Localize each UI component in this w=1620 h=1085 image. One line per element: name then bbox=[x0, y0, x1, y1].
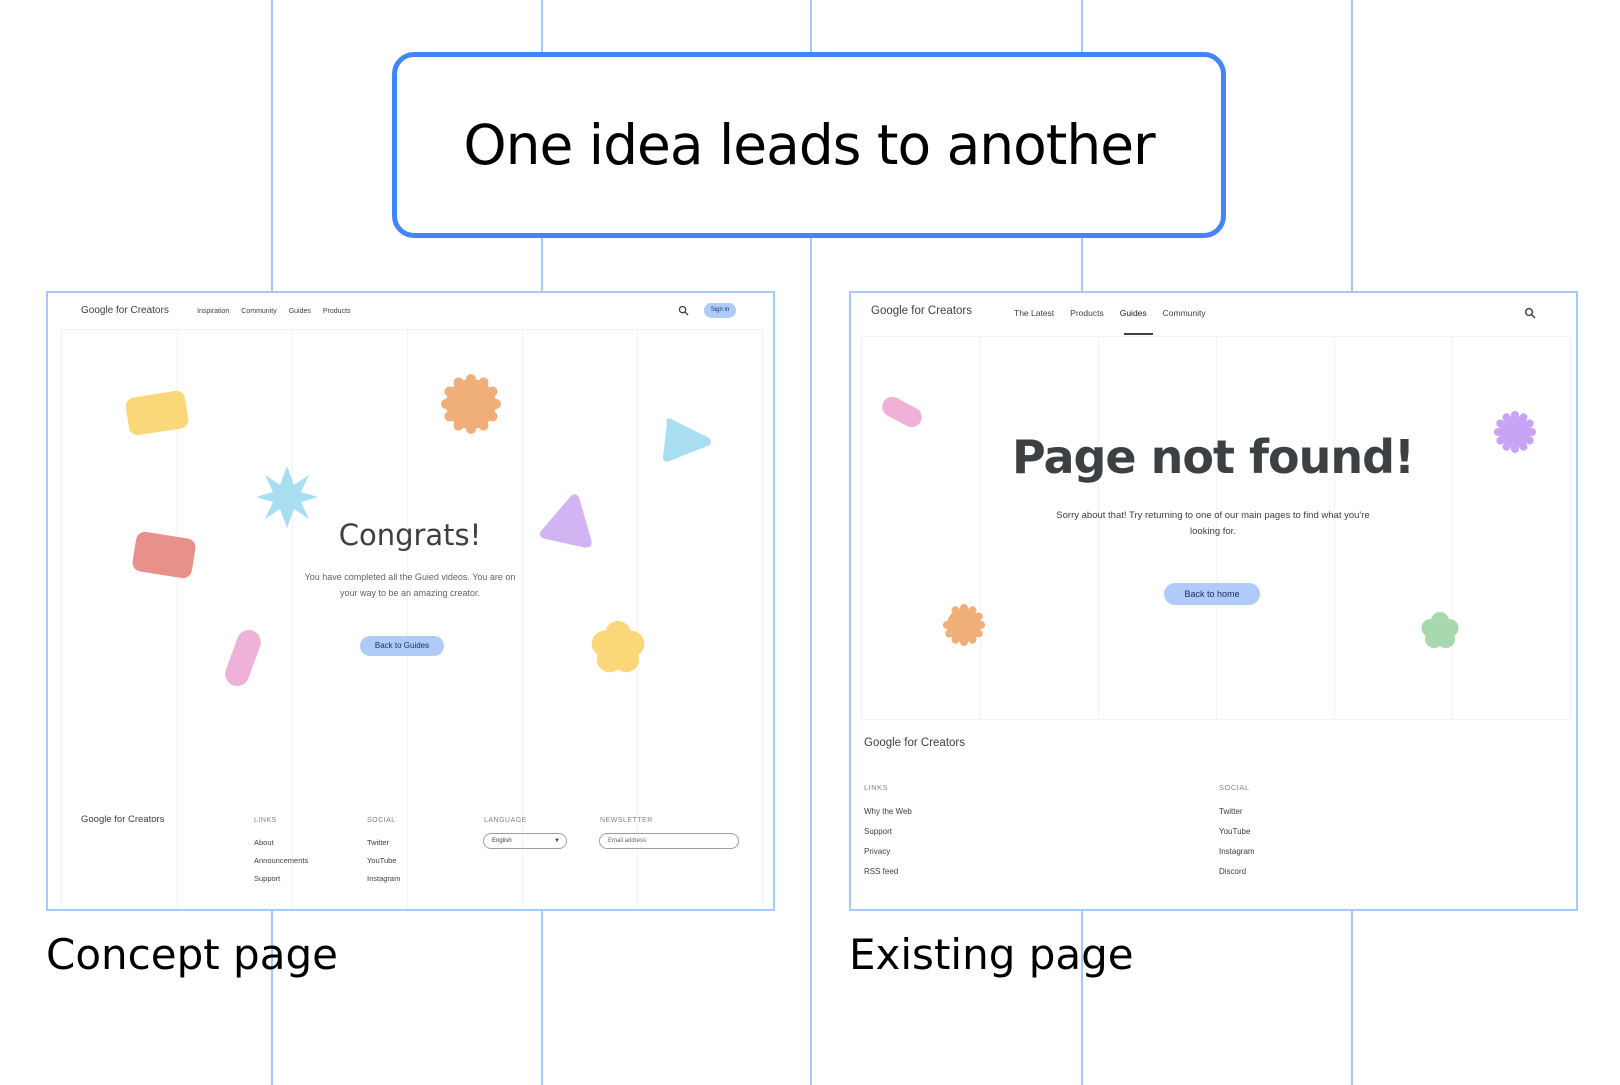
concept-title: Congrats! bbox=[338, 518, 482, 552]
footer-social-youtube[interactable]: YouTube bbox=[1219, 827, 1250, 836]
yellow-rounded-rect-shape bbox=[125, 390, 189, 436]
headline: One idea leads to another bbox=[463, 113, 1155, 177]
yellow-flower-shape bbox=[591, 621, 645, 673]
chevron-down-icon: ▼ bbox=[554, 838, 560, 844]
concept-page-frame: Google for Creators Inspiration Communit… bbox=[46, 291, 775, 911]
pink-pill-shape bbox=[225, 630, 261, 686]
search-icon[interactable] bbox=[678, 305, 689, 316]
footer-link-support[interactable]: Support bbox=[864, 827, 892, 836]
nav-item-guides-active[interactable]: Guides bbox=[1120, 308, 1147, 318]
existing-page-caption: Existing page bbox=[849, 930, 1134, 979]
active-tab-indicator bbox=[1124, 333, 1153, 335]
existing-message: Sorry about that! Try returning to one o… bbox=[851, 508, 1575, 540]
footer-newsletter-heading: NEWSLETTER bbox=[600, 817, 653, 824]
footer-link-why-the-web[interactable]: Why the Web bbox=[864, 807, 912, 816]
email-placeholder: Email address bbox=[608, 838, 647, 844]
search-icon[interactable] bbox=[1524, 307, 1536, 319]
nav-item-guides[interactable]: Guides bbox=[289, 308, 311, 315]
newsletter-email-input[interactable]: Email address bbox=[599, 833, 739, 849]
footer-social-twitter[interactable]: Twitter bbox=[367, 838, 389, 847]
pink-pill-shape bbox=[882, 396, 922, 428]
concept-nav-menu: Inspiration Community Guides Products bbox=[197, 308, 351, 315]
nav-item-products[interactable]: Products bbox=[1070, 308, 1104, 318]
concept-page-caption: Concept page bbox=[46, 930, 338, 979]
footer-links-heading: LINKS bbox=[254, 817, 277, 824]
green-flower-shape bbox=[1421, 612, 1459, 648]
footer-language-heading: LANGUAGE bbox=[484, 817, 527, 824]
language-select-value: English bbox=[492, 838, 512, 844]
orange-scalloped-circle-shape bbox=[441, 374, 501, 434]
existing-footer-brand[interactable]: Google for Creators bbox=[864, 737, 965, 749]
footer-link-support[interactable]: Support bbox=[254, 874, 280, 883]
footer-link-rss-feed[interactable]: RSS feed bbox=[864, 867, 898, 876]
footer-social-youtube[interactable]: YouTube bbox=[367, 856, 396, 865]
back-to-guides-button[interactable]: Back to Guides bbox=[360, 636, 444, 656]
concept-nav: Google for Creators Inspiration Communit… bbox=[48, 293, 773, 327]
nav-item-community[interactable]: Community bbox=[1163, 308, 1206, 318]
nav-item-inspiration[interactable]: Inspiration bbox=[197, 308, 229, 315]
footer-social-instagram[interactable]: Instagram bbox=[1219, 847, 1255, 856]
nav-item-products[interactable]: Products bbox=[323, 308, 351, 315]
language-select[interactable]: English ▼ bbox=[483, 833, 567, 849]
footer-social-heading: SOCIAL bbox=[1219, 783, 1250, 792]
existing-message-line: Sorry about that! Try returning to one o… bbox=[1056, 510, 1370, 521]
concept-message-line: your way to be an amazing creator. bbox=[339, 588, 481, 598]
back-to-home-button[interactable]: Back to home bbox=[1164, 583, 1260, 605]
footer-link-about[interactable]: About bbox=[254, 838, 274, 847]
blue-triangle-shape bbox=[663, 418, 711, 462]
footer-links-heading: LINKS bbox=[864, 783, 889, 792]
footer-social-twitter[interactable]: Twitter bbox=[1219, 807, 1243, 816]
concept-message-line: You have completed all the Guied videos.… bbox=[304, 572, 516, 582]
concept-footer-brand[interactable]: Google for Creators bbox=[81, 814, 164, 825]
existing-title: Page not found! bbox=[1011, 430, 1415, 484]
sign-in-button[interactable]: Sign in bbox=[704, 303, 736, 318]
headline-box: One idea leads to another bbox=[392, 52, 1226, 238]
nav-item-the-latest[interactable]: The Latest bbox=[1014, 308, 1054, 318]
orange-scalloped-circle-shape bbox=[943, 604, 985, 646]
existing-nav: Google for Creators The Latest Products … bbox=[851, 293, 1576, 335]
footer-link-privacy[interactable]: Privacy bbox=[864, 847, 890, 856]
concept-message: You have completed all the Guied videos.… bbox=[48, 569, 772, 601]
existing-message-line: looking for. bbox=[1190, 526, 1236, 537]
existing-nav-menu: The Latest Products Guides Community bbox=[1014, 308, 1206, 318]
concept-brand-logo[interactable]: Google for Creators bbox=[81, 305, 169, 316]
nav-item-community[interactable]: Community bbox=[241, 308, 276, 315]
existing-page-frame: Google for Creators The Latest Products … bbox=[849, 291, 1578, 911]
existing-brand-logo[interactable]: Google for Creators bbox=[871, 305, 972, 317]
footer-link-announcements[interactable]: Announcements bbox=[254, 856, 308, 865]
footer-social-instagram[interactable]: Instagram bbox=[367, 874, 400, 883]
footer-social-discord[interactable]: Discord bbox=[1219, 867, 1246, 876]
footer-social-heading: SOCIAL bbox=[367, 817, 396, 824]
